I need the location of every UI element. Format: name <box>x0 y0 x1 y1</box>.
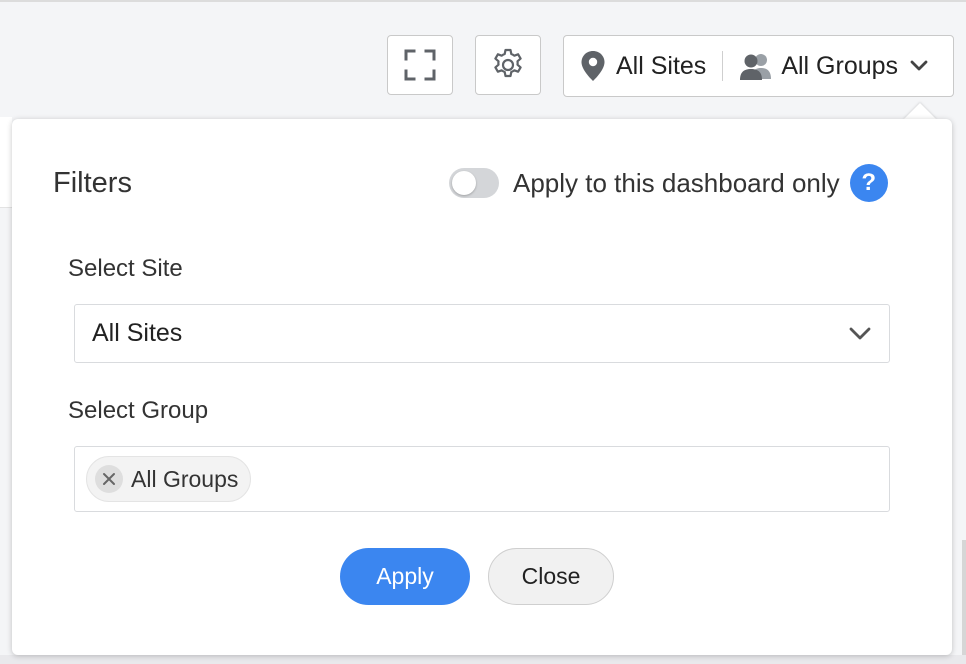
group-selector-label: All Groups <box>781 51 899 80</box>
filters-title: Filters <box>53 167 132 199</box>
site-dropdown[interactable]: All Sites <box>74 304 890 363</box>
gear-icon <box>494 48 522 78</box>
dashboard-only-toggle[interactable] <box>449 168 499 198</box>
group-selector[interactable]: All Groups <box>739 52 928 81</box>
dashboard-only-label: Apply to this dashboard only <box>513 167 840 198</box>
fullscreen-icon <box>404 49 436 81</box>
dashboard-only-setting: Apply to this dashboard only ? <box>449 164 888 202</box>
background-footer <box>0 655 966 664</box>
site-dropdown-value: All Sites <box>92 319 183 347</box>
apply-button[interactable]: Apply <box>340 548 470 605</box>
chevron-down-icon <box>849 327 871 341</box>
users-icon <box>740 54 772 80</box>
chevron-down-icon <box>910 60 928 72</box>
group-chip-label: All Groups <box>131 465 239 492</box>
selector-divider <box>722 51 724 81</box>
site-selector-label: All Sites <box>616 51 707 80</box>
scrollbar[interactable] <box>962 540 966 655</box>
popover-arrow <box>903 103 937 120</box>
background-panel <box>0 117 12 208</box>
site-group-selector[interactable]: All Sites All Groups <box>563 35 954 97</box>
close-button[interactable]: Close <box>488 548 614 605</box>
group-chip: All Groups <box>86 456 252 502</box>
settings-button[interactable] <box>475 35 541 95</box>
filters-popover: Filters Apply to this dashboard only ? S… <box>12 119 952 655</box>
location-pin-icon <box>581 51 605 81</box>
fullscreen-button[interactable] <box>387 35 453 95</box>
select-site-label: Select Site <box>68 255 183 282</box>
help-icon[interactable]: ? <box>849 164 888 202</box>
group-multiselect[interactable]: All Groups <box>74 446 890 512</box>
site-selector[interactable]: All Sites <box>580 50 706 82</box>
close-icon[interactable] <box>95 465 123 493</box>
toggle-knob <box>452 171 476 195</box>
select-group-label: Select Group <box>68 397 209 424</box>
